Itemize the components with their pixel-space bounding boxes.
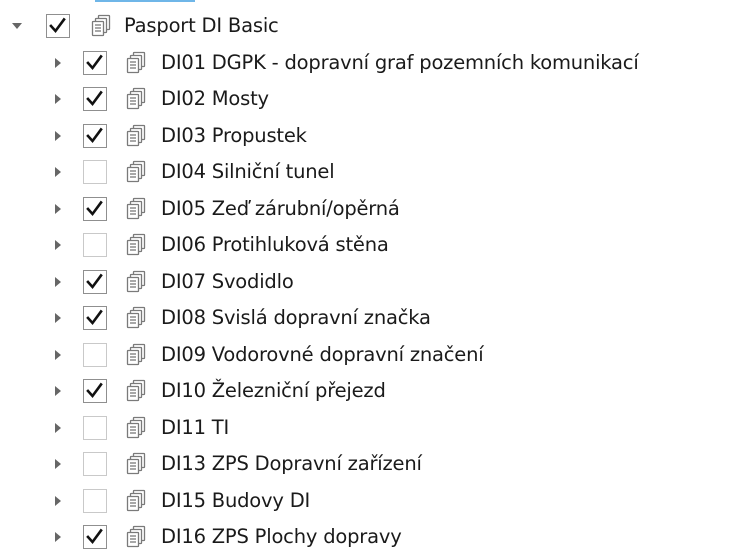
tree-node-label: DI16 ZPS Plochy dopravy [161,525,402,549]
expand-arrow-icon[interactable] [50,493,66,509]
expand-arrow-icon[interactable] [50,310,66,326]
tree-node[interactable]: DI09 Vodorovné dopravní značení [0,337,733,374]
layer-group-icon [123,488,149,514]
expand-arrow-icon[interactable] [50,55,66,71]
tree-node-label: DI13 ZPS Dopravní zařízení [161,452,422,476]
expand-arrow-icon[interactable] [50,529,66,545]
layer-group-icon [123,159,149,185]
expand-arrow-icon[interactable] [9,18,25,34]
tree-node[interactable]: DI03 Propustek [0,118,733,155]
expand-arrow-icon[interactable] [50,201,66,217]
tree-node[interactable]: DI06 Protihluková stěna [0,227,733,264]
layer-group-icon [123,269,149,295]
expand-arrow-icon[interactable] [50,383,66,399]
tree-node[interactable]: DI02 Mosty [0,81,733,118]
tree-node-label: DI15 Budovy DI [161,488,311,512]
tree-node[interactable]: DI10 Železniční přejezd [0,373,733,410]
layer-tree: Pasport DI Basic DI01 DGPK - dopravní gr… [0,8,733,556]
tree-node-label: DI09 Vodorovné dopravní značení [161,342,484,366]
layer-checkbox[interactable] [83,160,107,185]
tree-node-label: DI10 Železniční přejezd [161,379,386,403]
tree-node-label: DI11 TI [161,415,230,439]
expand-arrow-icon[interactable] [50,456,66,472]
expand-arrow-icon[interactable] [50,274,66,290]
layer-checkbox[interactable] [83,87,107,112]
tree-node-label: DI08 Svislá dopravní značka [161,306,431,330]
layer-checkbox[interactable] [83,379,107,404]
tree-node-label: Pasport DI Basic [124,14,279,38]
expand-arrow-icon[interactable] [50,128,66,144]
layer-checkbox[interactable] [83,50,107,75]
tree-node[interactable]: DI07 Svodidlo [0,264,733,301]
layer-checkbox[interactable] [83,525,107,550]
tree-node-label: DI03 Propustek [161,123,307,147]
layer-checkbox[interactable] [83,269,107,294]
layer-checkbox[interactable] [83,123,107,148]
tree-node-label: DI01 DGPK - dopravní graf pozemních komu… [161,50,639,74]
tree-node[interactable]: DI01 DGPK - dopravní graf pozemních komu… [0,45,733,82]
layer-checkbox[interactable] [83,196,107,221]
tree-node[interactable]: DI08 Svislá dopravní značka [0,300,733,337]
layer-group-icon [123,50,149,76]
layer-checkbox[interactable] [83,415,107,440]
layer-group-icon [123,232,149,258]
expand-arrow-icon[interactable] [50,164,66,180]
tree-node-label: DI05 Zeď zárubní/opěrná [161,196,400,220]
layer-group-icon [123,305,149,331]
tree-node-label: DI04 Silniční tunel [161,160,335,184]
expand-arrow-icon[interactable] [50,347,66,363]
layer-checkbox[interactable] [46,14,70,39]
expand-arrow-icon[interactable] [50,91,66,107]
layer-checkbox[interactable] [83,452,107,477]
layer-group-icon [123,342,149,368]
layer-group-icon [123,123,149,149]
layer-group-icon [88,13,114,39]
layer-group-icon [123,86,149,112]
tree-node[interactable]: DI05 Zeď zárubní/opěrná [0,191,733,228]
tree-node[interactable]: DI15 Budovy DI [0,483,733,520]
layer-group-icon [123,378,149,404]
tree-node[interactable]: DI11 TI [0,410,733,447]
tree-node[interactable]: DI16 ZPS Plochy dopravy [0,519,733,556]
layer-checkbox[interactable] [83,306,107,331]
tree-node-label: DI02 Mosty [161,87,269,111]
layer-checkbox[interactable] [83,233,107,258]
tree-node[interactable]: DI04 Silniční tunel [0,154,733,191]
layer-group-icon [123,196,149,222]
layer-checkbox[interactable] [83,342,107,367]
layer-group-icon [123,524,149,550]
layer-group-icon [123,451,149,477]
layer-checkbox[interactable] [83,488,107,513]
tree-node-label: DI07 Svodidlo [161,269,294,293]
tree-node-root[interactable]: Pasport DI Basic [0,8,733,45]
expand-arrow-icon[interactable] [50,237,66,253]
layer-group-icon [123,415,149,441]
expand-arrow-icon[interactable] [50,420,66,436]
tree-node-label: DI06 Protihluková stěna [161,233,389,257]
selection-highlight-edge [95,0,195,2]
tree-node[interactable]: DI13 ZPS Dopravní zařízení [0,446,733,483]
